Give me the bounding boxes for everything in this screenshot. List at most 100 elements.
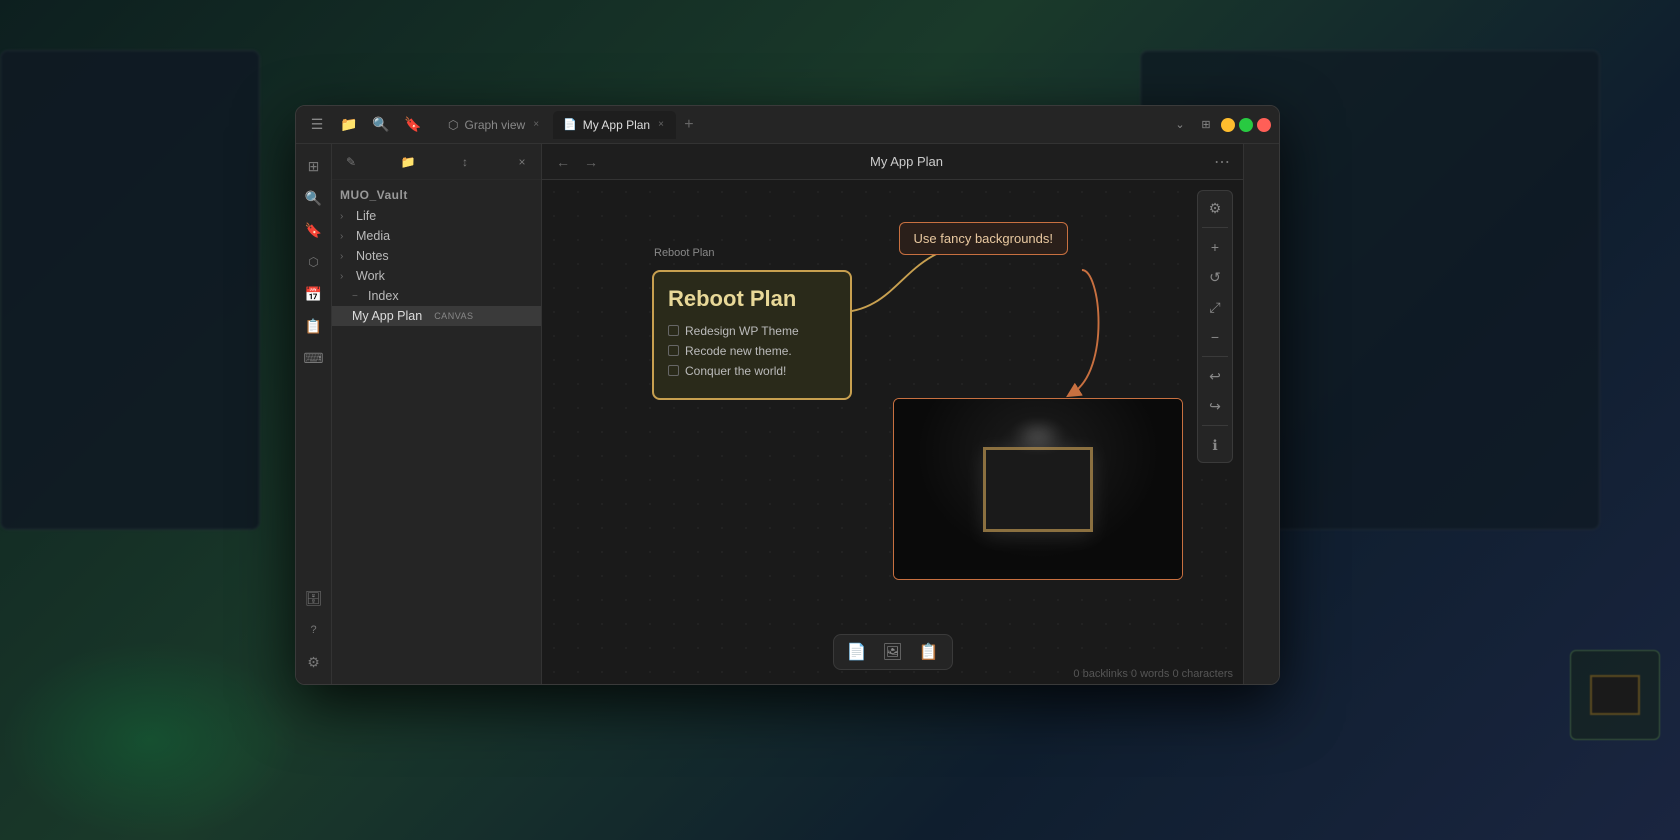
- add-note-bottom-tool[interactable]: 📄: [842, 639, 872, 665]
- sidebar-toggle-button[interactable]: ⌄: [1169, 114, 1191, 136]
- main-content: ← → My App Plan ⋯: [542, 144, 1243, 684]
- status-text: 0 backlinks 0 words 0 characters: [1073, 668, 1233, 680]
- canvas-settings-tool[interactable]: ⚙: [1202, 195, 1228, 221]
- reboot-plan-card-label: Reboot Plan: [654, 247, 715, 259]
- zoom-in-tool[interactable]: +: [1202, 234, 1228, 260]
- dash-icon: −: [352, 291, 364, 302]
- toolbar-divider-3: [1202, 425, 1228, 426]
- close-button[interactable]: ×: [1257, 118, 1271, 132]
- bg-window-left: [0, 50, 260, 530]
- toolbar-divider-2: [1202, 356, 1228, 357]
- tree-item-media[interactable]: › Media: [332, 226, 541, 246]
- tab-graph-view[interactable]: ⬡ Graph view ×: [438, 111, 551, 139]
- forward-button[interactable]: →: [580, 151, 602, 173]
- split-view-button[interactable]: ⊞: [1195, 114, 1217, 136]
- tab-my-app-plan[interactable]: 📄 My App Plan ×: [553, 111, 676, 139]
- back-button[interactable]: ←: [552, 151, 574, 173]
- new-note-action[interactable]: ✎: [340, 151, 362, 173]
- tree-item-work[interactable]: › Work: [332, 266, 541, 286]
- left-sidebar: ⊞ 🔍 🔖 ⬡ 📅 📋 ⌨ 🗄 ? ⚙: [296, 144, 332, 684]
- tree-item-notes-label: Notes: [356, 249, 389, 263]
- redo-tool[interactable]: ↪: [1202, 393, 1228, 419]
- new-folder-action[interactable]: 📁: [397, 151, 419, 173]
- tab-plan-icon: 📄: [563, 118, 577, 131]
- file-tree-content: MUO_Vault › Life › Media › Notes › Work: [332, 180, 541, 684]
- zoom-out-tool[interactable]: −: [1202, 324, 1228, 350]
- file-tree-panel: ✎ 📁 ↕ × MUO_Vault › Life › Media › Notes: [332, 144, 542, 684]
- title-bar-right: ⌄ ⊞ − □ ×: [1169, 114, 1271, 136]
- add-card-bottom-tool[interactable]: 📋: [914, 639, 944, 665]
- bg-thumb-inner: [1590, 675, 1640, 715]
- tree-item-life[interactable]: › Life: [332, 206, 541, 226]
- reset-zoom-tool[interactable]: ↺: [1202, 264, 1228, 290]
- right-sidebar: [1243, 144, 1279, 684]
- tree-item-my-app-plan[interactable]: My App Plan CANVAS: [332, 306, 541, 326]
- reboot-plan-card[interactable]: Reboot Plan Reboot Plan Redesign WP Them…: [652, 270, 852, 400]
- canvas-badge: CANVAS: [430, 310, 477, 322]
- minimize-button[interactable]: −: [1221, 118, 1235, 132]
- fancy-bg-card[interactable]: Use fancy backgrounds!: [899, 222, 1068, 255]
- frame-art: [983, 447, 1093, 532]
- sidebar-help-icon[interactable]: ?: [300, 616, 328, 644]
- add-media-bottom-tool[interactable]: 🖼: [878, 639, 908, 665]
- title-bar: ☰ 📁 🔍 🔖 ⬡ Graph view × 📄 My App Plan × +…: [296, 106, 1279, 144]
- tree-item-index-label: Index: [368, 289, 399, 303]
- title-bar-left: ☰ 📁 🔍 🔖: [304, 112, 426, 138]
- sidebar-templates-icon[interactable]: 📋: [300, 312, 328, 340]
- tab-plan-label: My App Plan: [583, 118, 650, 132]
- toolbar-divider-1: [1202, 227, 1228, 228]
- status-bar: 0 backlinks 0 words 0 characters: [1073, 668, 1233, 680]
- search-header-icon[interactable]: 🔍: [368, 112, 394, 138]
- checkbox-label-1: Redesign WP Theme: [685, 324, 799, 338]
- bg-thumbnail: [1570, 650, 1660, 740]
- tab-plan-close[interactable]: ×: [656, 118, 666, 131]
- undo-tool[interactable]: ↩: [1202, 363, 1228, 389]
- sidebar-calendar-icon[interactable]: 📅: [300, 280, 328, 308]
- tree-item-index[interactable]: − Index: [332, 286, 541, 306]
- window-body: ⊞ 🔍 🔖 ⬡ 📅 📋 ⌨ 🗄 ? ⚙ ✎ 📁 ↕ × MUO_Vault: [296, 144, 1279, 684]
- sidebar-files-icon[interactable]: ⊞: [300, 152, 328, 180]
- checkbox-item-2: Recode new theme.: [668, 344, 836, 358]
- checkbox-2[interactable]: [668, 345, 679, 356]
- file-tree-header: ✎ 📁 ↕ ×: [332, 144, 541, 180]
- maximize-button[interactable]: □: [1239, 118, 1253, 132]
- canvas-bottom-toolbar: 📄 🖼 📋: [833, 634, 953, 670]
- chevron-right-icon: ›: [340, 271, 352, 282]
- checkbox-item-3: Conquer the world!: [668, 364, 836, 378]
- more-options-button[interactable]: ⋯: [1211, 151, 1233, 173]
- image-card-inner: [894, 399, 1182, 579]
- sidebar-terminal-icon[interactable]: ⌨: [300, 344, 328, 372]
- tree-item-notes[interactable]: › Notes: [332, 246, 541, 266]
- image-card[interactable]: art_frame.png: [893, 398, 1183, 580]
- sidebar-bookmark-icon[interactable]: 🔖: [300, 216, 328, 244]
- sidebar-settings-icon[interactable]: ⚙: [300, 648, 328, 676]
- checkbox-1[interactable]: [668, 325, 679, 336]
- tab-graph-close[interactable]: ×: [531, 118, 541, 131]
- tab-add-button[interactable]: +: [678, 114, 700, 136]
- chevron-right-icon: ›: [340, 211, 352, 222]
- chevron-right-icon: ›: [340, 251, 352, 262]
- nav-title: My App Plan: [608, 154, 1205, 169]
- file-open-icon[interactable]: 📁: [336, 112, 362, 138]
- fancy-bg-text: Use fancy backgrounds!: [914, 231, 1053, 246]
- tree-item-plan-label: My App Plan: [352, 309, 422, 323]
- tree-item-life-label: Life: [356, 209, 376, 223]
- vault-root-label: MUO_Vault: [332, 184, 541, 206]
- sidebar-vault-icon[interactable]: 🗄: [300, 584, 328, 612]
- bookmark-header-icon[interactable]: 🔖: [400, 112, 426, 138]
- nav-bar: ← → My App Plan ⋯: [542, 144, 1243, 180]
- checkbox-3[interactable]: [668, 365, 679, 376]
- sidebar-graph-icon[interactable]: ⬡: [300, 248, 328, 276]
- sidebar-toggle-icon[interactable]: ☰: [304, 112, 330, 138]
- fit-view-tool[interactable]: ⤢: [1202, 294, 1228, 320]
- tree-item-work-label: Work: [356, 269, 385, 283]
- checkbox-label-2: Recode new theme.: [685, 344, 792, 358]
- sidebar-search-icon[interactable]: 🔍: [300, 184, 328, 212]
- collapse-action[interactable]: ×: [511, 151, 533, 173]
- canvas-area[interactable]: Reboot Plan Reboot Plan Redesign WP Them…: [542, 180, 1243, 684]
- checkbox-label-3: Conquer the world!: [685, 364, 786, 378]
- info-tool[interactable]: ℹ: [1202, 432, 1228, 458]
- tab-graph-icon: ⬡: [448, 118, 458, 132]
- sort-action[interactable]: ↕: [454, 151, 476, 173]
- obsidian-window: ☰ 📁 🔍 🔖 ⬡ Graph view × 📄 My App Plan × +…: [295, 105, 1280, 685]
